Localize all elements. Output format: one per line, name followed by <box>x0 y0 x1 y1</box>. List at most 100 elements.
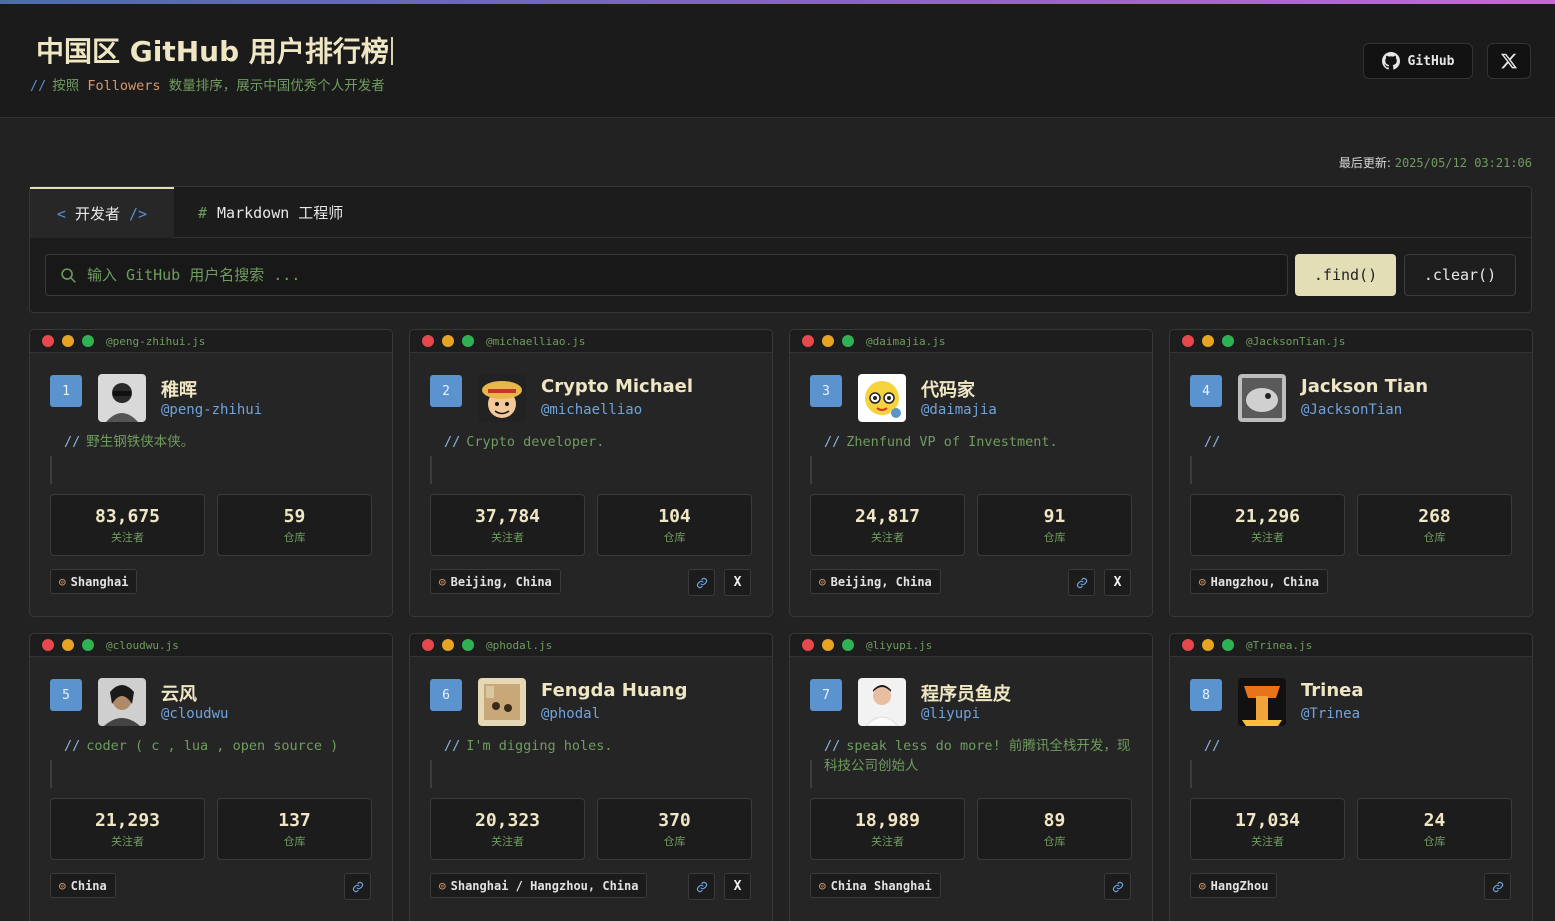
avatar-jacksontian[interactable] <box>1238 374 1286 422</box>
bio-text: speak less do more! 前腾讯全栈开发，现科技公司创始人 <box>824 738 1131 774</box>
window-dot-green <box>1222 639 1234 651</box>
followers-stat: 21,293 关注者 <box>50 798 205 860</box>
location-pin-icon: ◎ <box>819 575 826 588</box>
developer-card[interactable]: @JacksonTian.js 4 Jackson Tian @JacksonTian… <box>1169 329 1533 617</box>
developer-card[interactable]: @Trinea.js 8 Trinea @Trinea // 17,034 关注者 24 仓库 ◎… <box>1169 633 1533 921</box>
user-handle[interactable]: @phodal <box>541 706 600 722</box>
card-title-bar: @peng-zhihui.js <box>30 330 392 353</box>
window-dot-yellow <box>822 639 834 651</box>
location-badge: ◎ Shanghai / Hangzhou, China <box>430 873 648 898</box>
tab-bar: < 开发者 /> # Markdown 工程师 <box>30 187 1531 238</box>
developer-card[interactable]: @phodal.js 6 Fengda Huang @phodal // I'm digg… <box>409 633 773 921</box>
bio-comment-slash: // <box>64 434 81 450</box>
location-text: Hangzhou, China <box>1210 574 1319 589</box>
developer-card[interactable]: @michaelliao.js 2 Crypto Michael @michaelli… <box>409 329 773 617</box>
repos-stat: 59 仓库 <box>217 494 372 556</box>
repos-count: 91 <box>1043 505 1066 527</box>
location-text: HangZhou <box>1210 878 1269 893</box>
link-icon[interactable] <box>688 569 715 596</box>
subtitle-comment-slash: // <box>30 78 47 94</box>
repos-stat: 137 仓库 <box>217 798 372 860</box>
repos-stat: 370 仓库 <box>597 798 752 860</box>
link-icon[interactable] <box>688 873 715 900</box>
avatar-cloudwu[interactable] <box>98 678 146 726</box>
x-icon[interactable]: X <box>1104 569 1131 596</box>
user-handle[interactable]: @JacksonTian <box>1301 402 1402 418</box>
avatar-liyupi[interactable] <box>858 678 906 726</box>
followers-count: 21,296 <box>1234 505 1301 527</box>
user-handle[interactable]: @daimajia <box>921 402 997 418</box>
followers-count: 24,817 <box>854 505 921 527</box>
avatar-phodal[interactable] <box>478 678 526 726</box>
bio-comment-slash: // <box>64 738 81 754</box>
user-display-name[interactable]: 稚晖 <box>161 376 197 402</box>
bio-comment-slash: // <box>444 434 461 450</box>
followers-label: 关注者 <box>491 530 524 544</box>
search-panel: < 开发者 /> # Markdown 工程师 .find() .clear() <box>29 186 1532 313</box>
user-display-name[interactable]: Fengda Huang <box>541 680 688 701</box>
tab-markdown-engineers[interactable]: # Markdown 工程师 <box>174 187 367 238</box>
card-filename: @liyupi.js <box>866 638 933 652</box>
followers-count: 18,989 <box>854 809 921 831</box>
location-pin-icon: ◎ <box>59 879 66 892</box>
window-dot-green <box>82 335 94 347</box>
window-dot-red <box>42 639 54 651</box>
search-icon <box>61 267 76 283</box>
bio-comment-slash: // <box>1204 434 1221 450</box>
x-button[interactable] <box>1487 43 1531 79</box>
developer-card[interactable]: @cloudwu.js 5 云风 @cloudwu // coder ( c , lua … <box>29 633 393 921</box>
window-dot-red <box>802 639 814 651</box>
user-display-name[interactable]: 云风 <box>161 680 197 706</box>
user-display-name[interactable]: Trinea <box>1301 680 1364 701</box>
link-icon[interactable] <box>1068 569 1095 596</box>
repos-label: 仓库 <box>1043 530 1066 544</box>
tab-developers[interactable]: < 开发者 /> <box>30 187 174 238</box>
user-handle[interactable]: @michaelliao <box>541 402 642 418</box>
user-display-name[interactable]: Jackson Tian <box>1301 376 1428 397</box>
bio-comment-slash: // <box>824 738 841 754</box>
x-icon[interactable]: X <box>724 873 751 900</box>
user-display-name[interactable]: 代码家 <box>921 376 975 402</box>
window-dot-green <box>842 335 854 347</box>
card-filename: @peng-zhihui.js <box>106 334 206 348</box>
x-icon[interactable]: X <box>724 569 751 596</box>
rank-badge: 5 <box>50 679 82 711</box>
user-display-name[interactable]: 程序员鱼皮 <box>921 680 1011 706</box>
github-button[interactable]: GitHub <box>1363 43 1473 79</box>
rank-badge: 6 <box>430 679 462 711</box>
developer-card[interactable]: @peng-zhihui.js 1 稚晖 @peng-zhihui // 野生钢铁侠本侠。… <box>29 329 393 617</box>
user-handle[interactable]: @peng-zhihui <box>161 402 262 418</box>
avatar-daimajia[interactable] <box>858 374 906 422</box>
search-input[interactable] <box>87 266 1267 284</box>
link-icon[interactable] <box>1484 873 1511 900</box>
location-badge: ◎ Beijing, China <box>430 569 561 594</box>
bio-text: Zhenfund VP of Investment. <box>846 434 1058 450</box>
avatar-peng-zhihui[interactable] <box>98 374 146 422</box>
user-display-name[interactable]: Crypto Michael <box>541 376 693 397</box>
tab-bracket-close: /> <box>129 204 148 223</box>
x-logo-icon <box>1500 53 1518 69</box>
text-cursor <box>390 37 393 65</box>
avatar-michaelliao[interactable] <box>478 374 526 422</box>
link-icon[interactable] <box>1104 873 1131 900</box>
followers-label: 关注者 <box>111 530 144 544</box>
followers-label: 关注者 <box>111 834 144 848</box>
developer-card[interactable]: @daimajia.js 3 代码家 @daimajia // Zhenfund VP o… <box>789 329 1153 617</box>
clear-button[interactable]: .clear() <box>1404 254 1516 296</box>
user-handle[interactable]: @cloudwu <box>161 706 228 722</box>
location-badge: ◎ China Shanghai <box>810 873 941 898</box>
card-filename: @michaelliao.js <box>486 334 586 348</box>
link-icon[interactable] <box>344 873 371 900</box>
tab-hash: # <box>198 203 208 222</box>
repos-label: 仓库 <box>283 530 306 544</box>
bio-text: Crypto developer. <box>466 434 605 450</box>
user-handle[interactable]: @Trinea <box>1301 706 1360 722</box>
avatar-trinea[interactable] <box>1238 678 1286 726</box>
rank-badge: 1 <box>50 375 82 407</box>
window-dot-yellow <box>62 639 74 651</box>
developer-card[interactable]: @liyupi.js 7 程序员鱼皮 @liyupi //speak less do m… <box>789 633 1153 921</box>
user-handle[interactable]: @liyupi <box>921 706 980 722</box>
find-button[interactable]: .find() <box>1295 254 1396 296</box>
last-updated-timestamp: 2025/05/12 03:21:06 <box>1394 156 1532 170</box>
location-pin-icon: ◎ <box>59 575 66 588</box>
